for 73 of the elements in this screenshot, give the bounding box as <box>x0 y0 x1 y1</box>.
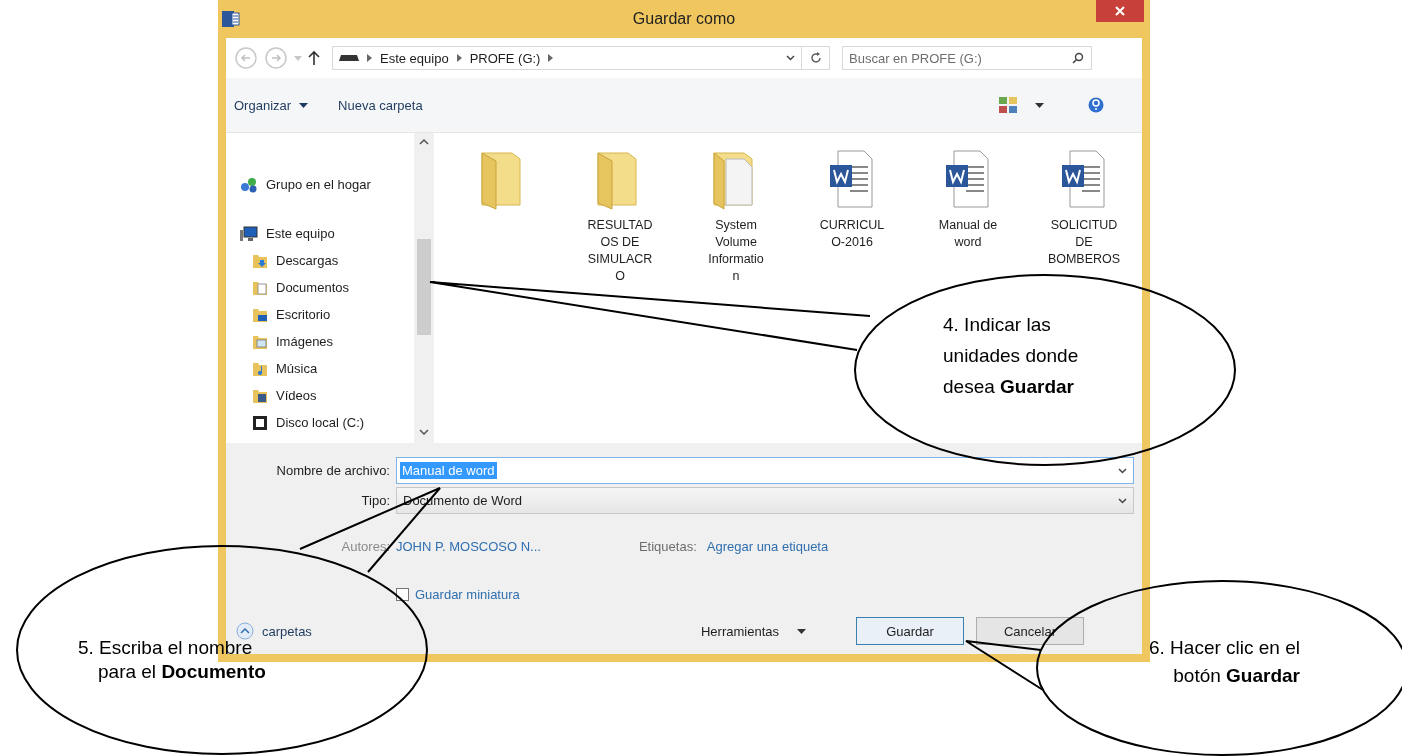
sidebar-item[interactable]: Disco local (C:) <box>226 409 415 436</box>
cancel-button[interactable]: Cancelar <box>976 617 1084 645</box>
field-label: Autores: <box>340 539 390 554</box>
sidebar-item[interactable]: Este equipo <box>226 220 415 247</box>
hide-folders-button[interactable]: carpetas <box>236 622 312 640</box>
search-icon <box>1072 52 1084 64</box>
sidebar-item[interactable]: Vídeos <box>226 382 415 409</box>
caret-icon <box>294 55 302 61</box>
field-label: Tipo: <box>360 493 390 508</box>
homegroup-icon <box>240 176 258 193</box>
up-arrow-icon <box>308 50 320 66</box>
address-bar[interactable]: Este equipo PROFE (G:) <box>332 46 802 70</box>
new-folder-button[interactable]: Nueva carpeta <box>338 97 423 113</box>
file-item[interactable]: RESULTAD OS DE SIMULACR O <box>562 147 678 285</box>
refresh-icon <box>809 52 822 64</box>
file-item[interactable]: System Volume Informatio n <box>678 147 794 285</box>
downloads-folder-icon <box>252 252 268 269</box>
computer-icon <box>240 225 258 242</box>
callout-text: 6. Hacer clic en el botón Guardar <box>1148 636 1300 688</box>
file-item[interactable]: Manual de word <box>910 147 1026 251</box>
breadcrumb[interactable]: Este equipo <box>380 50 449 66</box>
dropdown-icon <box>1118 497 1127 504</box>
scroll-up-icon <box>419 139 430 145</box>
view-options-button[interactable] <box>999 97 1044 113</box>
window-title: Guardar como <box>632 10 736 27</box>
chevron-icon <box>456 54 462 62</box>
scroll-down-icon <box>419 429 430 435</box>
dropdown-icon <box>786 55 795 61</box>
caret-icon <box>1035 102 1044 108</box>
close-icon <box>1115 6 1125 16</box>
drive-icon <box>339 53 359 63</box>
sidebar-item[interactable]: Documentos <box>226 274 415 301</box>
caret-icon <box>797 628 806 634</box>
field-label: Nombre de archivo: <box>275 463 390 478</box>
pictures-folder-icon <box>252 333 268 350</box>
forward-icon <box>264 46 288 70</box>
drive-icon <box>252 414 268 431</box>
view-icon <box>999 97 1017 113</box>
callout-text: 4. Indicar las unidades donde desea Guardar <box>943 313 1079 399</box>
sidebar-item[interactable]: Descargas <box>226 247 415 274</box>
tools-menu[interactable]: Herramientas <box>700 623 806 639</box>
scroll-thumb[interactable] <box>417 239 432 335</box>
save-button[interactable]: Guardar <box>856 617 964 645</box>
field-label: Etiquetas: <box>638 539 697 554</box>
documents-folder-icon <box>252 279 268 296</box>
scrollbar[interactable] <box>414 133 434 443</box>
sidebar-item[interactable]: Escritorio <box>226 301 415 328</box>
organize-menu[interactable]: Organizar <box>234 97 309 113</box>
help-icon <box>1088 97 1104 113</box>
back-icon <box>234 46 258 70</box>
sidebar-item[interactable]: Grupo en el hogar <box>226 171 415 198</box>
file-item[interactable]: SOLICITUD DE BOMBEROS <box>1026 147 1142 268</box>
videos-folder-icon <box>252 387 268 404</box>
chevron-icon <box>367 54 372 62</box>
checkbox-label[interactable]: Guardar miniatura <box>415 587 520 602</box>
music-folder-icon <box>252 360 268 377</box>
file-item[interactable]: CURRICUL O-2016 <box>794 147 910 251</box>
authors-link[interactable]: JOHN P. MOSCOSO N... <box>396 539 541 554</box>
breadcrumb[interactable]: PROFE (G:) <box>469 50 541 66</box>
search-field[interactable]: Buscar en PROFE (G:) <box>842 46 1092 70</box>
desktop-folder-icon <box>252 306 268 323</box>
add-tag-link[interactable]: Agregar una etiqueta <box>706 539 829 554</box>
word-app-icon <box>222 10 240 28</box>
collapse-icon <box>236 622 254 640</box>
chevron-icon <box>548 54 554 62</box>
help-button[interactable] <box>1088 97 1104 113</box>
caret-icon <box>299 102 309 108</box>
up-button[interactable] <box>308 50 320 66</box>
refresh-button[interactable] <box>802 46 830 70</box>
close-button[interactable] <box>1096 0 1144 22</box>
dropdown-icon <box>1118 467 1127 474</box>
sidebar-item[interactable]: Imágenes <box>226 328 415 355</box>
sidebar-item[interactable]: Música <box>226 355 415 382</box>
